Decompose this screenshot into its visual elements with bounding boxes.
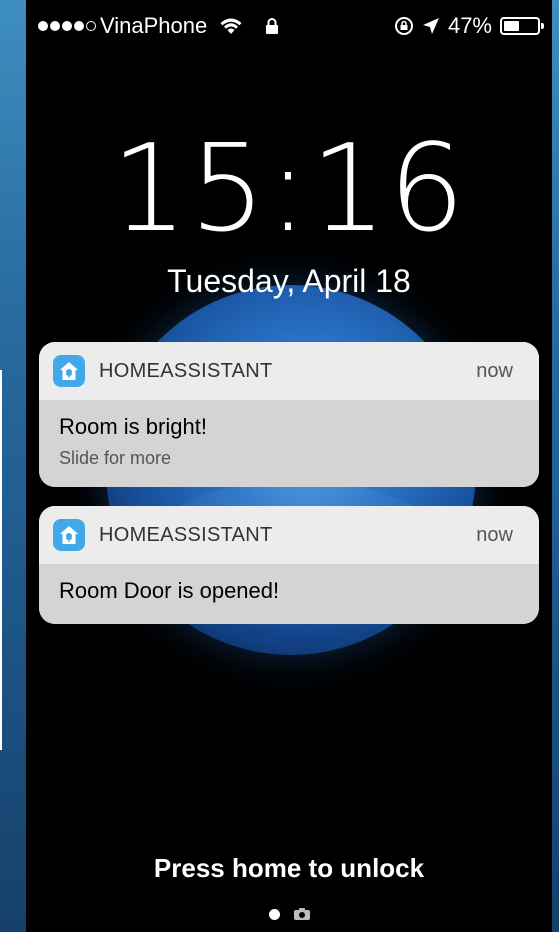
notification-app-name: HOMEASSISTANT xyxy=(99,523,273,546)
notification-app-name: HOMEASSISTANT xyxy=(99,359,273,382)
carrier-name: VinaPhone xyxy=(100,13,208,38)
notification-body: Room is bright! Slide for more xyxy=(39,400,539,487)
location-icon xyxy=(422,18,439,34)
signal-strength-icon xyxy=(38,21,96,31)
notification-time: now xyxy=(476,359,513,382)
wifi-icon xyxy=(220,18,242,34)
home-assistant-app-icon xyxy=(53,519,85,551)
phone-screen: VinaPhone 47% 15:16 Tuesday, April 18 HO… xyxy=(26,0,552,932)
page-dot-active xyxy=(268,908,280,920)
lock-screen-time: 15:16 xyxy=(111,120,467,259)
camera-icon[interactable] xyxy=(293,908,310,920)
page-indicator xyxy=(26,908,552,920)
notification-card[interactable]: HOMEASSISTANT now Room Door is opened! xyxy=(39,506,539,624)
status-bar: VinaPhone 47% xyxy=(26,0,552,52)
slide-frame-line xyxy=(0,370,2,750)
rotation-lock-icon xyxy=(394,17,413,35)
lock-icon xyxy=(266,18,279,34)
notification-header: HOMEASSISTANT now xyxy=(39,506,539,564)
notification-title: Room Door is opened! xyxy=(59,578,280,603)
battery-icon xyxy=(500,17,544,35)
notification-body: Room Door is opened! xyxy=(39,564,539,624)
notification-header: HOMEASSISTANT now xyxy=(39,342,539,400)
lock-screen-date: Tuesday, April 18 xyxy=(167,263,411,299)
notification-title: Room is bright! xyxy=(59,414,207,439)
unlock-hint: Press home to unlock xyxy=(153,853,425,883)
notification-time: now xyxy=(476,523,513,546)
battery-percent: 47% xyxy=(447,13,492,38)
home-assistant-app-icon xyxy=(53,355,85,387)
notification-card[interactable]: HOMEASSISTANT now Room is bright! Slide … xyxy=(39,342,539,487)
notification-subtitle: Slide for more xyxy=(59,448,172,468)
